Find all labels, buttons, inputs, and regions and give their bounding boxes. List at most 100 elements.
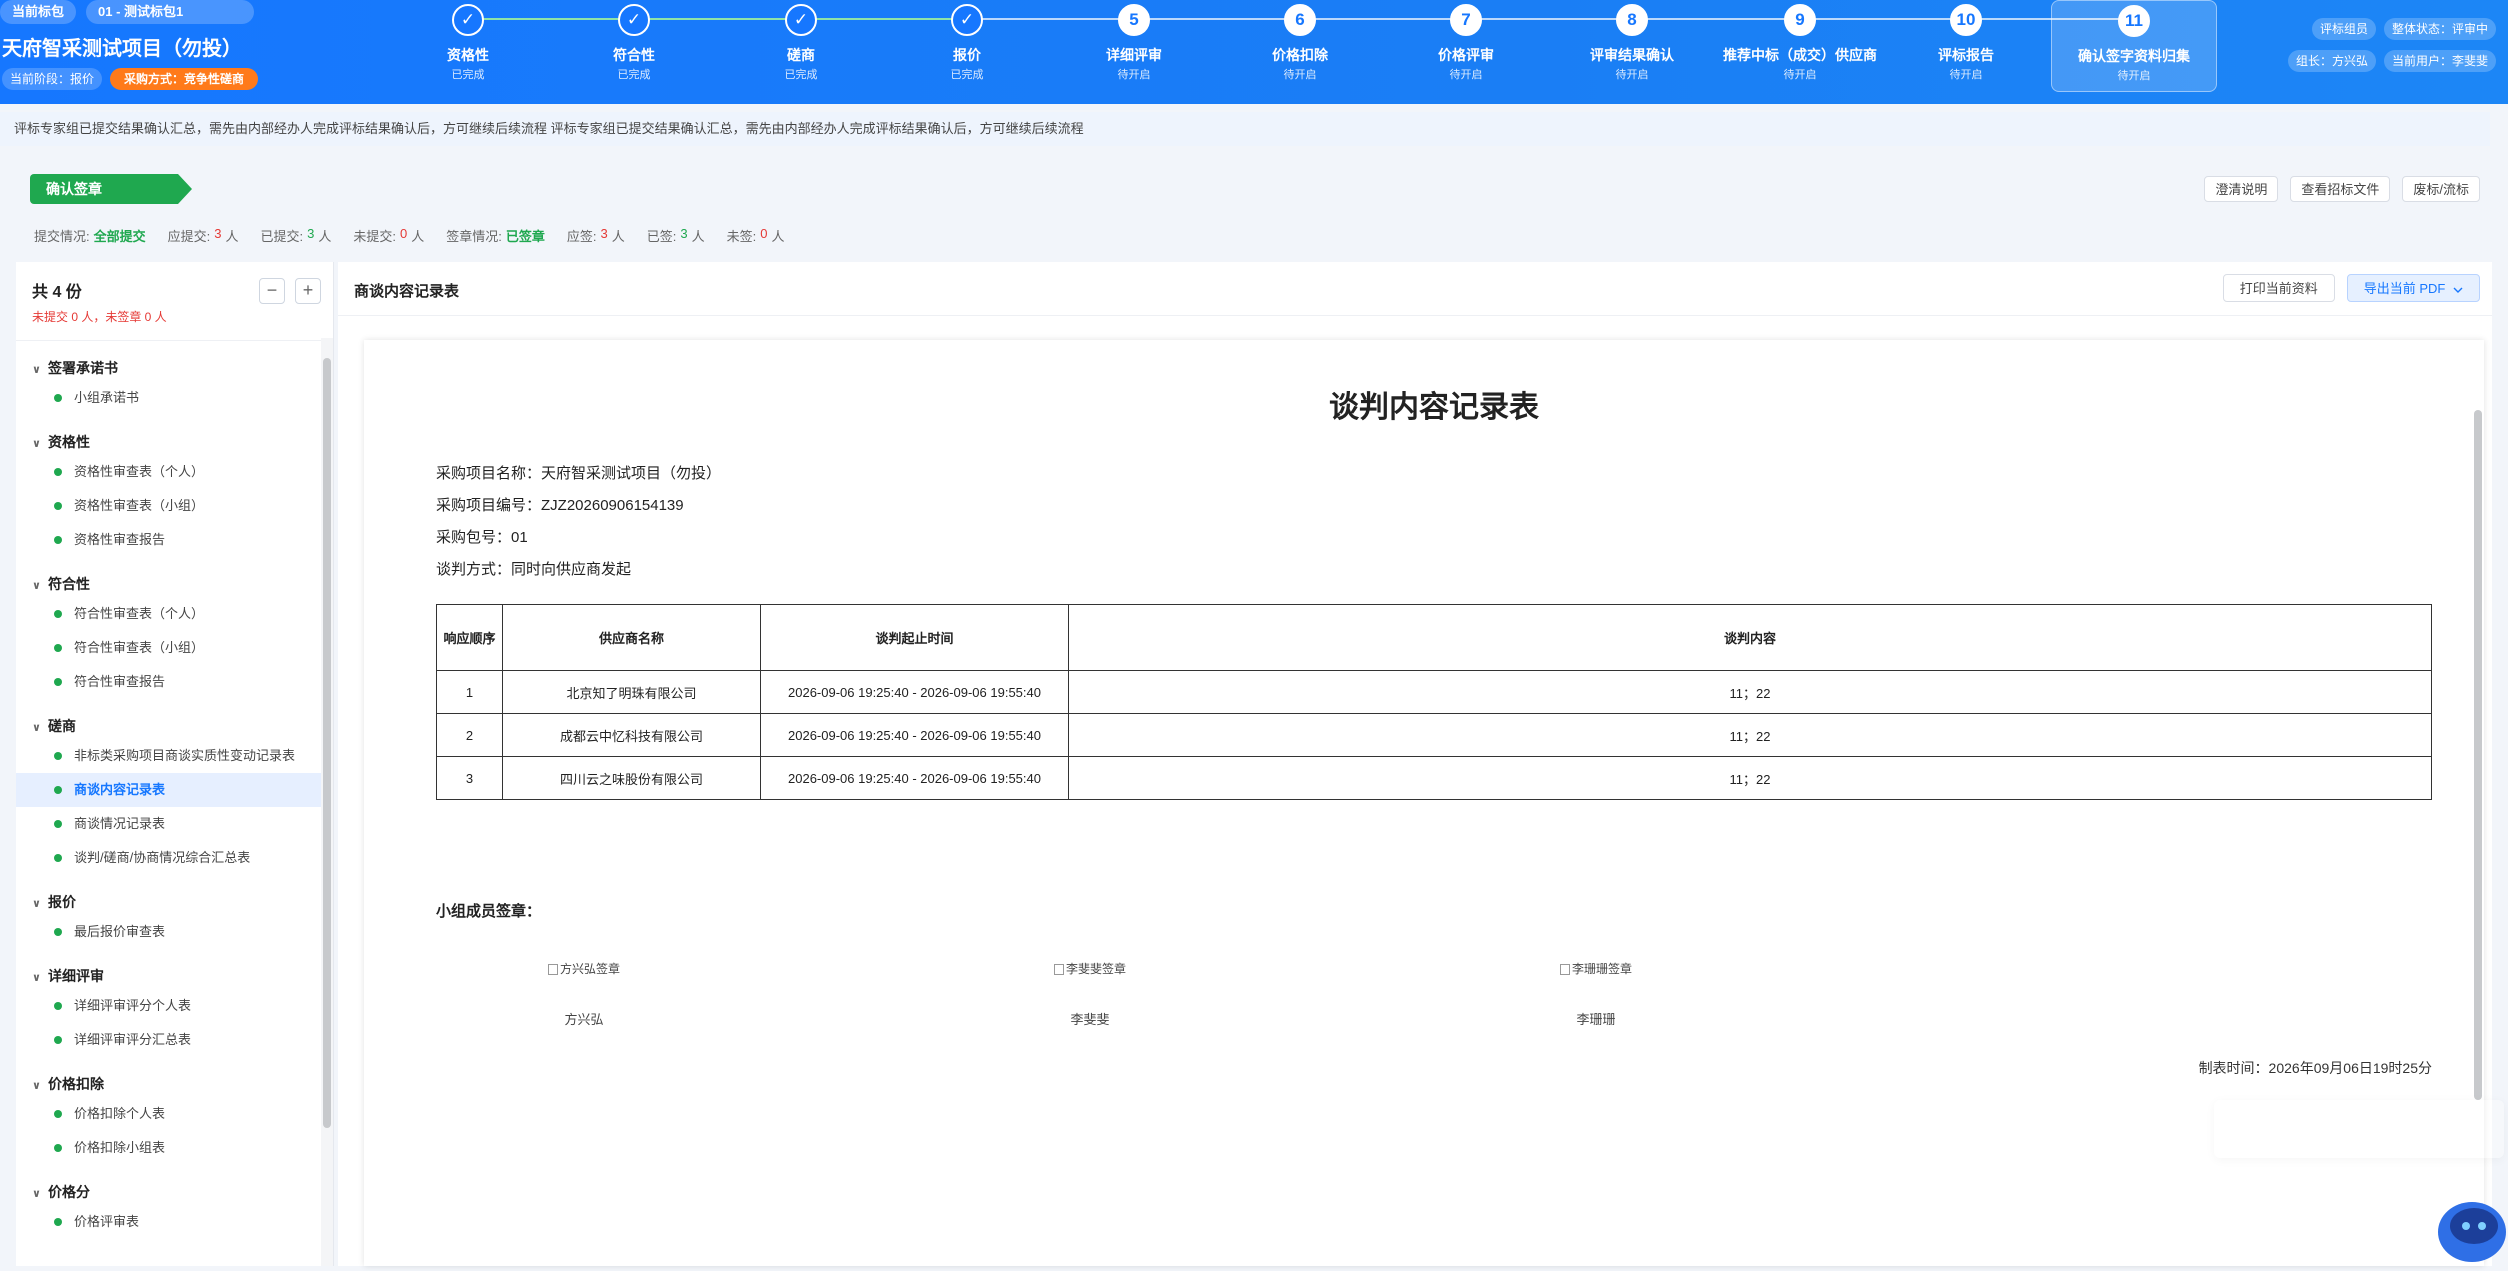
sidebar-section-title[interactable]: ∨ 详细评审 xyxy=(16,963,322,989)
sidebar-item[interactable]: 符合性审查表（个人） xyxy=(16,597,322,631)
broken-image-icon xyxy=(1559,964,1570,976)
step-label: 评审结果确认 xyxy=(1590,47,1674,63)
sidebar-item[interactable]: 符合性审查报告 xyxy=(16,665,322,699)
status-dot-icon xyxy=(54,853,62,862)
sidebar-section-title[interactable]: ∨ 资格性 xyxy=(16,429,322,455)
sidebar-item[interactable]: 详细评审评分个人表 xyxy=(16,989,322,1023)
step-2[interactable]: ✓ 符合性 已完成 xyxy=(551,0,717,92)
sidebar-section-label: 符合性 xyxy=(48,576,90,592)
step-number: 7 xyxy=(1450,4,1482,36)
check-icon: ✓ xyxy=(452,4,484,36)
step-5[interactable]: 5 详细评审 待开启 xyxy=(1051,0,1217,92)
sidebar-item-label: 符合性审查表（个人） xyxy=(74,606,205,621)
column-header: 响应顺序 xyxy=(436,604,503,671)
not-signed-count: 0 xyxy=(760,226,768,241)
assistant-bot-icon[interactable] xyxy=(2424,1186,2508,1266)
print-button[interactable]: 打印当前资料 xyxy=(2222,274,2335,302)
sidebar-section-title[interactable]: ∨ 符合性 xyxy=(16,571,322,597)
sidebar-section-title[interactable]: ∨ 价格扣除 xyxy=(16,1071,322,1097)
document-sidebar: 共 4 份 未提交 0 人，未签章 0 人 − + ∨ 签署承诺书 小组承诺书 ∨ 资格… xyxy=(16,262,334,1266)
sidebar-item[interactable]: 谈判/磋商/协商情况综合汇总表 xyxy=(16,841,322,875)
document-scrollbar[interactable] xyxy=(2472,400,2484,1100)
unit-label: 人 xyxy=(691,229,705,244)
table-cell: 2 xyxy=(436,713,503,757)
signature-alt-text: 李斐斐签章 xyxy=(1065,962,1126,976)
step-number: 6 xyxy=(1284,4,1316,36)
signature-alt-text: 方兴弘签章 xyxy=(559,962,620,976)
collapse-all-button[interactable]: − xyxy=(259,278,285,304)
top-header: 当前标包 01 - 测试标包1 天府智采测试项目（勿投） 当前阶段：报价 采购方… xyxy=(0,0,2508,104)
step-6[interactable]: 6 价格扣除 待开启 xyxy=(1217,0,1383,92)
should-sign-label: 应签: xyxy=(566,229,597,244)
clarify-button[interactable]: 澄清说明 xyxy=(2204,176,2279,202)
status-dot-icon xyxy=(54,1143,62,1152)
abandon-button[interactable]: 废标/流标 xyxy=(2402,176,2480,202)
sidebar-item[interactable]: 商谈内容记录表 xyxy=(16,773,322,807)
step-1[interactable]: ✓ 资格性 已完成 xyxy=(385,0,551,92)
sidebar-section: ∨ 报价 最后报价审查表 xyxy=(16,889,322,949)
unit-label: 人 xyxy=(318,229,332,244)
user-info: 评标组员 整体状态：评审中 组长：方兴弘 当前用户：李斐斐 xyxy=(2286,18,2496,82)
status-dot-icon xyxy=(54,609,62,618)
document-viewer: 谈判内容记录表 采购项目名称：天府智采测试项目（勿投） 采购项目编号：ZJZ20… xyxy=(364,340,2484,1266)
sidebar-item[interactable]: 价格评审表 xyxy=(16,1205,322,1239)
document-scroll-thumb[interactable] xyxy=(2474,410,2482,1100)
sidebar-section-title[interactable]: ∨ 磋商 xyxy=(16,713,322,739)
table-header-row: 响应顺序 供应商名称 谈判起止时间 谈判内容 xyxy=(436,604,2432,671)
sidebar-item[interactable]: 价格扣除个人表 xyxy=(16,1097,322,1131)
chevron-down-icon: ∨ xyxy=(32,438,41,450)
step-3[interactable]: ✓ 磋商 已完成 xyxy=(718,0,884,92)
sidebar-item-label: 商谈内容记录表 xyxy=(74,782,166,797)
sidebar-item-label: 价格扣除小组表 xyxy=(74,1140,166,1155)
step-status: 待开启 xyxy=(1117,69,1151,81)
sidebar-item[interactable]: 详细评审评分汇总表 xyxy=(16,1023,322,1057)
sidebar-section-label: 磋商 xyxy=(48,718,76,734)
step-label: 推荐中标（成交）供应商 xyxy=(1723,47,1877,63)
status-dot-icon xyxy=(54,785,62,794)
sidebar-item[interactable]: 符合性审查表（小组） xyxy=(16,631,322,665)
column-header: 谈判内容 xyxy=(1068,604,2432,671)
step-10[interactable]: 10 评标报告 待开启 xyxy=(1883,0,2049,92)
sidebar-section-title[interactable]: ∨ 报价 xyxy=(16,889,322,915)
package-no-field: 采购包号：01 xyxy=(436,529,528,546)
sidebar-section-title[interactable]: ∨ 签署承诺书 xyxy=(16,355,322,381)
chevron-down-icon: ∨ xyxy=(32,722,41,734)
sidebar-item[interactable]: 价格扣除小组表 xyxy=(16,1131,322,1165)
table-row: 2 成都云中忆科技有限公司 2026-09-06 19:25:40 - 2026-0… xyxy=(436,713,2432,757)
made-time: 制表时间：2026年09月06日19时25分 xyxy=(2198,1060,2432,1076)
sidebar-item[interactable]: 非标类采购项目商谈实质性变动记录表 xyxy=(16,739,322,773)
step-7[interactable]: 7 价格评审 待开启 xyxy=(1383,0,1549,92)
check-icon: ✓ xyxy=(618,4,650,36)
check-icon: ✓ xyxy=(951,4,983,36)
sidebar-section-title[interactable]: ∨ 价格分 xyxy=(16,1179,322,1205)
sidebar-item[interactable]: 资格性审查报告 xyxy=(16,523,322,557)
submit-value: 全部提交 xyxy=(93,229,146,244)
negotiation-table: 响应顺序 供应商名称 谈判起止时间 谈判内容 1 北京知了明珠有限公司 2026-0… xyxy=(436,604,2432,800)
sidebar-item[interactable]: 资格性审查表（个人） xyxy=(16,455,322,489)
sidebar-scrollbar[interactable] xyxy=(321,338,333,1266)
export-pdf-button[interactable]: 导出当前 PDF xyxy=(2346,274,2480,302)
step-8[interactable]: 8 评审结果确认 待开启 xyxy=(1549,0,1715,92)
sidebar-item[interactable]: 最后报价审查表 xyxy=(16,915,322,949)
step-status: 已完成 xyxy=(950,69,984,81)
sidebar-item[interactable]: 商谈情况记录表 xyxy=(16,807,322,841)
step-4[interactable]: ✓ 报价 已完成 xyxy=(884,0,1050,92)
column-header: 谈判起止时间 xyxy=(760,604,1069,671)
table-cell: 11；22 xyxy=(1068,756,2432,800)
arrow-right-icon xyxy=(178,174,192,204)
signer-name: 李珊珊 xyxy=(1576,1012,1616,1027)
expand-all-button[interactable]: + xyxy=(295,278,321,304)
sidebar-item[interactable]: 小组承诺书 xyxy=(16,381,322,415)
table-cell: 11；22 xyxy=(1068,670,2432,714)
step-status: 已完成 xyxy=(784,69,818,81)
confirm-sign-button[interactable]: 确认签章 xyxy=(30,174,192,204)
chevron-down-icon: ∨ xyxy=(32,580,41,592)
sidebar-item-label: 符合性审查报告 xyxy=(74,674,166,689)
view-docs-button[interactable]: 查看招标文件 xyxy=(2290,176,2391,202)
sidebar-item-label: 资格性审查报告 xyxy=(74,532,166,547)
step-9[interactable]: 9 推荐中标（成交）供应商 待开启 xyxy=(1717,0,1883,92)
step-11[interactable]: 11 确认签字资料归集 待开启 xyxy=(2051,0,2217,92)
sidebar-item[interactable]: 资格性审查表（小组） xyxy=(16,489,322,523)
sidebar-scroll-thumb[interactable] xyxy=(323,358,331,1128)
step-label: 符合性 xyxy=(613,47,655,63)
